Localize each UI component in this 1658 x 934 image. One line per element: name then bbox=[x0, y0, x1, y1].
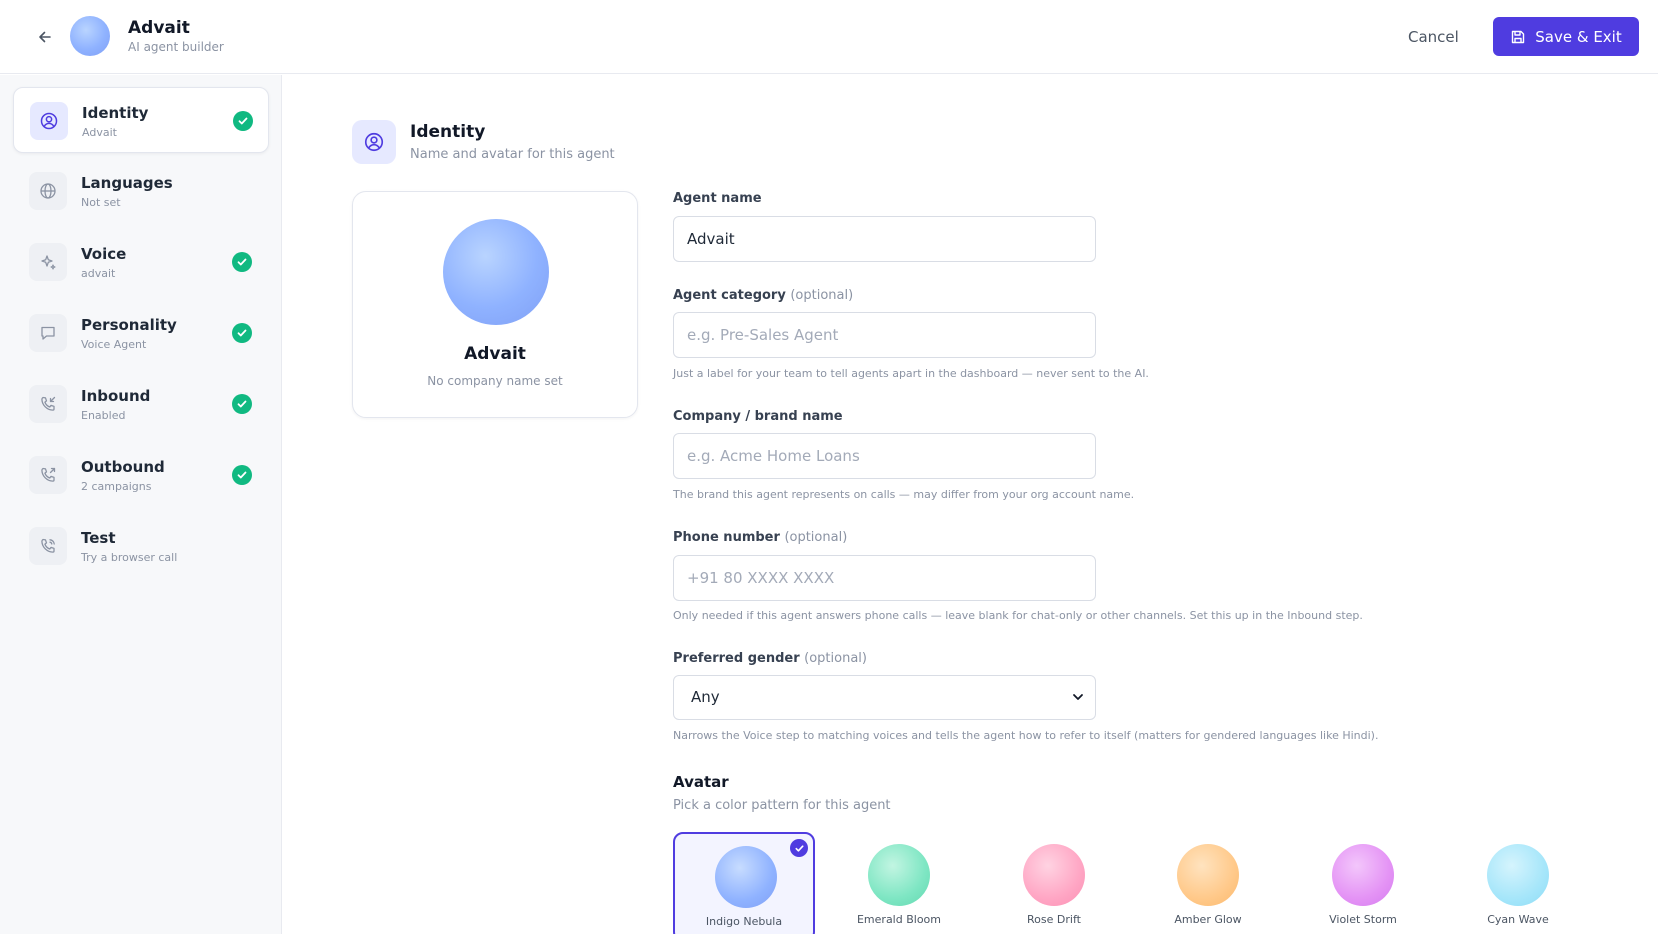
agent-name-input[interactable] bbox=[673, 216, 1096, 262]
swatch-name: Indigo Nebula bbox=[705, 915, 783, 928]
agent-category-input[interactable] bbox=[673, 312, 1096, 358]
avatar-option-amber-glow[interactable]: Amber Glow bbox=[1137, 832, 1279, 934]
avatar-option-indigo-nebula[interactable]: Indigo Nebula bbox=[673, 832, 815, 934]
avatar-option-cyan-wave[interactable]: Cyan Wave bbox=[1447, 832, 1589, 934]
sparkles-icon bbox=[41, 255, 56, 270]
sidebar-item-sub: Voice Agent bbox=[81, 338, 147, 351]
avatar-title: Avatar bbox=[673, 773, 729, 791]
swatch-color bbox=[1177, 844, 1239, 906]
avatar-option-violet-storm[interactable]: Violet Storm bbox=[1292, 832, 1434, 934]
section-icon bbox=[352, 120, 396, 164]
check-icon bbox=[790, 839, 808, 857]
phone-outgoing-icon bbox=[41, 467, 56, 482]
gender-select-value: Any bbox=[691, 688, 720, 706]
phone-help: Only needed if this agent answers phone … bbox=[673, 609, 1363, 622]
swatch-color bbox=[1332, 844, 1394, 906]
sidebar-item-sub: advait bbox=[81, 267, 116, 280]
sidebar-item-label: Outbound bbox=[81, 458, 165, 476]
phone-incoming-icon bbox=[41, 396, 56, 411]
sidebar-item-outbound[interactable]: Outbound 2 campaigns bbox=[13, 442, 269, 508]
sidebar-item-label: Test bbox=[81, 529, 116, 547]
swatch-name: Cyan Wave bbox=[1487, 913, 1549, 926]
agent-title: Advait bbox=[128, 18, 190, 38]
check-circle-icon bbox=[233, 111, 253, 131]
sidebar-item-sub: 2 campaigns bbox=[81, 480, 152, 493]
chat-bubble-icon bbox=[41, 326, 55, 340]
phone-label: Phone number (optional) bbox=[673, 530, 848, 545]
floppy-disk-icon bbox=[1512, 30, 1525, 43]
check-circle-icon bbox=[232, 394, 252, 414]
preview-name: Advait bbox=[464, 344, 526, 364]
sidebar-item-test[interactable]: Test Try a browser call bbox=[13, 513, 269, 579]
top-header: Advait AI agent builder Cancel Save & Ex… bbox=[0, 0, 1658, 74]
swatch-name: Amber Glow bbox=[1174, 913, 1242, 926]
globe-icon bbox=[40, 183, 56, 199]
gender-label: Preferred gender (optional) bbox=[673, 651, 867, 666]
sidebar-item-label: Inbound bbox=[81, 387, 151, 405]
phone-input[interactable] bbox=[673, 555, 1096, 601]
section-title: Identity bbox=[410, 122, 486, 142]
agent-category-help: Just a label for your team to tell agent… bbox=[673, 367, 1149, 380]
sidebar-item-voice[interactable]: Voice advait bbox=[13, 229, 269, 295]
swatch-name: Rose Drift bbox=[1027, 913, 1081, 926]
swatch-color bbox=[868, 844, 930, 906]
sidebar-item-inbound[interactable]: Inbound Enabled bbox=[13, 371, 269, 437]
swatch-name: Violet Storm bbox=[1329, 913, 1397, 926]
sidebar-item-identity[interactable]: Identity Advait bbox=[13, 87, 269, 153]
save-exit-button[interactable]: Save & Exit bbox=[1493, 17, 1639, 56]
company-label: Company / brand name bbox=[673, 409, 843, 424]
sidebar-item-sub: Advait bbox=[82, 126, 117, 139]
sidebar-item-languages[interactable]: Languages Not set bbox=[13, 158, 269, 224]
sidebar-item-sub: Not set bbox=[81, 196, 121, 209]
avatar-option-emerald-bloom[interactable]: Emerald Bloom bbox=[828, 832, 970, 934]
swatch-name: Emerald Bloom bbox=[856, 913, 941, 926]
sidebar-item-personality[interactable]: Personality Voice Agent bbox=[13, 300, 269, 366]
check-circle-icon bbox=[232, 323, 252, 343]
company-help: The brand this agent represents on calls… bbox=[673, 488, 1135, 501]
agent-avatar bbox=[70, 16, 110, 56]
preview-avatar bbox=[443, 219, 549, 325]
agent-preview-card: Advait No company name set bbox=[352, 191, 638, 418]
back-button[interactable] bbox=[32, 24, 58, 50]
sidebar-item-label: Voice bbox=[81, 245, 127, 263]
arrow-left-icon bbox=[39, 31, 51, 43]
section-subtitle: Name and avatar for this agent bbox=[410, 147, 615, 162]
agent-subtitle: AI agent builder bbox=[128, 40, 224, 54]
check-circle-icon bbox=[232, 252, 252, 272]
chevron-down-icon bbox=[1073, 694, 1083, 700]
user-circle-icon bbox=[40, 112, 58, 130]
agent-category-label: Agent category (optional) bbox=[673, 288, 854, 303]
cancel-button[interactable]: Cancel bbox=[1408, 24, 1459, 50]
avatar-option-rose-drift[interactable]: Rose Drift bbox=[983, 832, 1125, 934]
company-input[interactable] bbox=[673, 433, 1096, 479]
agent-name-label: Agent name bbox=[673, 191, 762, 206]
save-exit-label: Save & Exit bbox=[1535, 27, 1622, 46]
step-sidebar: Identity Advait Languages Not set Voice … bbox=[0, 75, 282, 934]
user-circle-icon bbox=[364, 132, 384, 152]
swatch-color bbox=[1487, 844, 1549, 906]
sidebar-item-label: Personality bbox=[81, 316, 177, 334]
gender-help: Narrows the Voice step to matching voice… bbox=[673, 729, 1379, 742]
preview-company: No company name set bbox=[427, 374, 563, 388]
avatar-subtitle: Pick a color pattern for this agent bbox=[673, 798, 891, 813]
swatch-color bbox=[1023, 844, 1085, 906]
gender-select[interactable]: Any bbox=[673, 675, 1096, 720]
swatch-color bbox=[715, 846, 777, 908]
sidebar-item-label: Languages bbox=[81, 174, 173, 192]
sidebar-item-sub: Enabled bbox=[81, 409, 126, 422]
check-circle-icon bbox=[232, 465, 252, 485]
sidebar-item-sub: Try a browser call bbox=[81, 551, 178, 564]
sidebar-item-label: Identity bbox=[82, 104, 149, 122]
phone-call-icon bbox=[41, 538, 55, 553]
